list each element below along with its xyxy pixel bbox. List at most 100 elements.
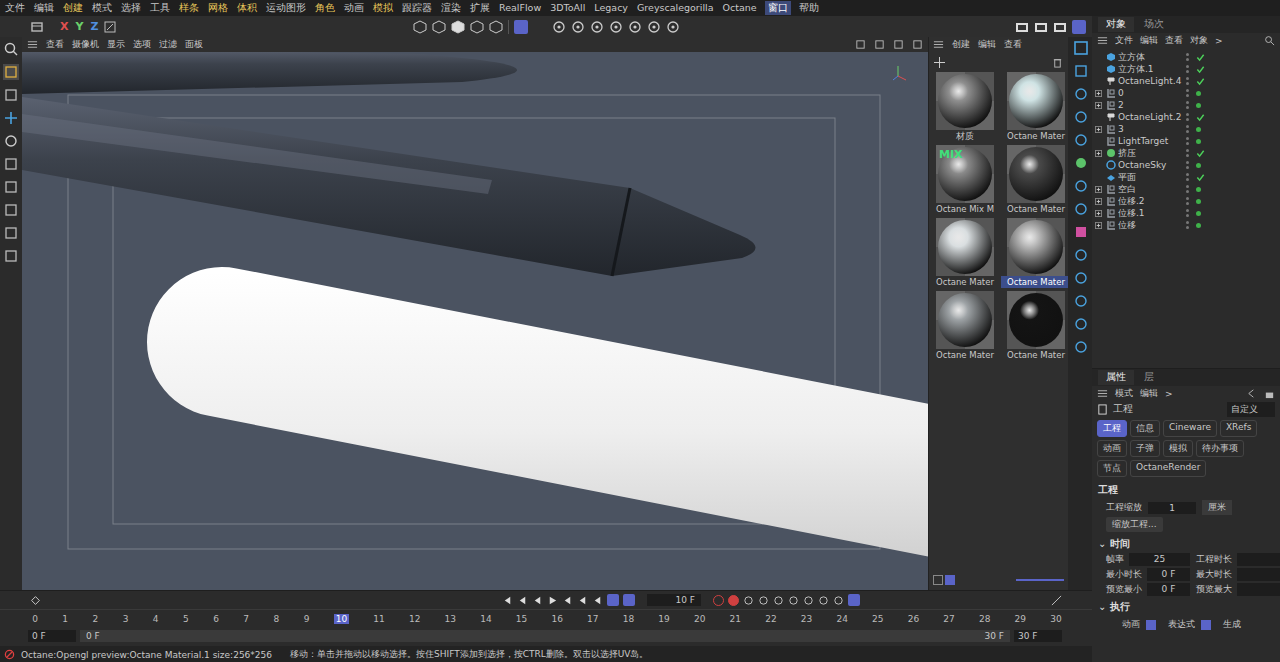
menu-icon[interactable]: [1097, 35, 1108, 46]
time-field[interactable]: [1237, 568, 1280, 581]
axis-toggle[interactable]: Z: [88, 20, 100, 33]
object-row[interactable]: OctaneLight.2: [1092, 111, 1280, 123]
viewport-menu-item[interactable]: 摄像机: [72, 38, 99, 51]
object-row[interactable]: 立方体.1: [1092, 63, 1280, 75]
material-swatch[interactable]: Octane Mater: [930, 218, 1000, 288]
mode-icon[interactable]: [413, 20, 427, 34]
object-row[interactable]: 2: [1092, 99, 1280, 111]
object-menu-item[interactable]: 对象: [1190, 34, 1208, 47]
manager-icon[interactable]: [1073, 293, 1089, 309]
material-swatch[interactable]: Octane Mater: [1001, 218, 1071, 288]
material-swatch[interactable]: Octane Mater: [1001, 72, 1071, 142]
material-swatch[interactable]: Octane Mater: [930, 291, 1000, 361]
object-manager-tab[interactable]: 场次: [1136, 17, 1172, 32]
viewport[interactable]: [22, 52, 928, 590]
menu-item[interactable]: 渲染: [440, 1, 462, 15]
grid-view-icon[interactable]: [945, 575, 955, 585]
manager-icon[interactable]: [1073, 224, 1089, 240]
snap-icon[interactable]: [571, 20, 585, 34]
graph-icon[interactable]: [1051, 595, 1062, 606]
enabled-check-icon[interactable]: [1196, 173, 1205, 182]
viewport-nav-icon[interactable]: [874, 39, 885, 50]
octane-icon[interactable]: [1072, 20, 1086, 34]
coordinate-icon[interactable]: [103, 20, 117, 34]
scale-project-button[interactable]: 缩放工程...: [1106, 517, 1163, 532]
visibility-dots[interactable]: [1186, 137, 1194, 145]
time-field[interactable]: 0 F: [1147, 583, 1190, 596]
material-swatch[interactable]: Octane Mater: [1001, 145, 1071, 215]
mode-active-icon[interactable]: [514, 20, 528, 34]
menu-item[interactable]: 编辑: [33, 1, 55, 15]
visibility-dots[interactable]: [1186, 161, 1194, 169]
manager-icon[interactable]: [1073, 247, 1089, 263]
visibility-dots[interactable]: [1186, 77, 1194, 85]
attribute-page-button[interactable]: Cineware: [1163, 420, 1217, 437]
visibility-dots[interactable]: [1186, 89, 1194, 97]
visibility-dots[interactable]: [1186, 149, 1194, 157]
expand-icon[interactable]: [1095, 198, 1102, 205]
checkbox[interactable]: [1146, 620, 1156, 630]
menu-item[interactable]: RealFlow: [498, 1, 542, 15]
viewport-menu-item[interactable]: 查看: [46, 38, 64, 51]
key-tool-icon[interactable]: [758, 595, 769, 606]
transport-icon[interactable]: [532, 595, 543, 606]
render-icon[interactable]: [1015, 20, 1029, 34]
attribute-menu-item[interactable]: 编辑: [1140, 387, 1158, 400]
object-row[interactable]: 位移: [1092, 219, 1280, 231]
tool-icon[interactable]: [3, 41, 19, 57]
tool-icon[interactable]: [3, 225, 19, 241]
expand-icon[interactable]: [1095, 222, 1102, 229]
object-menu-item[interactable]: >: [1215, 36, 1223, 46]
expand-icon[interactable]: [1095, 150, 1102, 157]
attribute-page-button[interactable]: XRefs: [1220, 420, 1257, 437]
transport-icon[interactable]: [517, 595, 528, 606]
attribute-page-button[interactable]: 子弹: [1130, 440, 1160, 457]
mode-icon[interactable]: [489, 20, 503, 34]
loop-icon[interactable]: [607, 594, 619, 606]
manager-icon[interactable]: [1073, 178, 1089, 194]
object-row[interactable]: 位移.2: [1092, 195, 1280, 207]
transport-icon[interactable]: [547, 595, 558, 606]
key-tool-icon[interactable]: [773, 595, 784, 606]
preview-range-bar[interactable]: 0 F 30 F: [80, 630, 1010, 642]
attribute-menu-item[interactable]: >: [1165, 389, 1173, 399]
current-frame-field[interactable]: 10 F: [647, 594, 701, 606]
zoom-slider[interactable]: [1016, 579, 1064, 581]
time-field[interactable]: 0 F: [1147, 568, 1190, 581]
axis-toggle[interactable]: Y: [73, 20, 85, 33]
material-menu-item[interactable]: 编辑: [978, 38, 996, 51]
render-icon[interactable]: [1034, 20, 1048, 34]
object-row[interactable]: 挤压: [1092, 147, 1280, 159]
menu-icon[interactable]: [27, 39, 38, 50]
object-row[interactable]: LightTarget: [1092, 135, 1280, 147]
key-icon[interactable]: [30, 595, 41, 606]
menu-item[interactable]: 选择: [120, 1, 142, 15]
attribute-page-button[interactable]: 模拟: [1163, 440, 1193, 457]
tool-icon[interactable]: [3, 87, 19, 103]
snap-icon[interactable]: [552, 20, 566, 34]
material-swatch[interactable]: 材质: [930, 72, 1000, 142]
material-menu-item[interactable]: 创建: [952, 38, 970, 51]
manager-icon[interactable]: [1073, 40, 1089, 56]
lock-icon[interactable]: [1264, 388, 1275, 399]
transport-icon[interactable]: [577, 595, 588, 606]
transport-icon[interactable]: [562, 595, 573, 606]
menu-item[interactable]: 样条: [178, 1, 200, 15]
viewport-menu-item[interactable]: 选项: [133, 38, 151, 51]
manager-icon[interactable]: [1073, 132, 1089, 148]
preset-dropdown[interactable]: 自定义: [1227, 402, 1275, 417]
key-mode-icon[interactable]: [848, 594, 860, 606]
manager-icon[interactable]: [1073, 155, 1089, 171]
manager-icon[interactable]: [1073, 270, 1089, 286]
menu-item[interactable]: Greyscalegorilla: [636, 1, 715, 15]
timeline-ruler[interactable]: 0123456789101112131415161718192021222324…: [0, 609, 1092, 627]
attribute-tab[interactable]: 层: [1136, 370, 1162, 385]
menu-item[interactable]: 帮助: [798, 1, 820, 15]
attribute-page-button[interactable]: OctaneRender: [1130, 460, 1206, 477]
tool-icon[interactable]: [3, 110, 19, 126]
manager-icon[interactable]: [1073, 316, 1089, 332]
menu-item[interactable]: 跟踪器: [401, 1, 433, 15]
attribute-page-button[interactable]: 动画: [1097, 440, 1127, 457]
expand-icon[interactable]: [1095, 210, 1102, 217]
visibility-dots[interactable]: [1186, 173, 1194, 181]
